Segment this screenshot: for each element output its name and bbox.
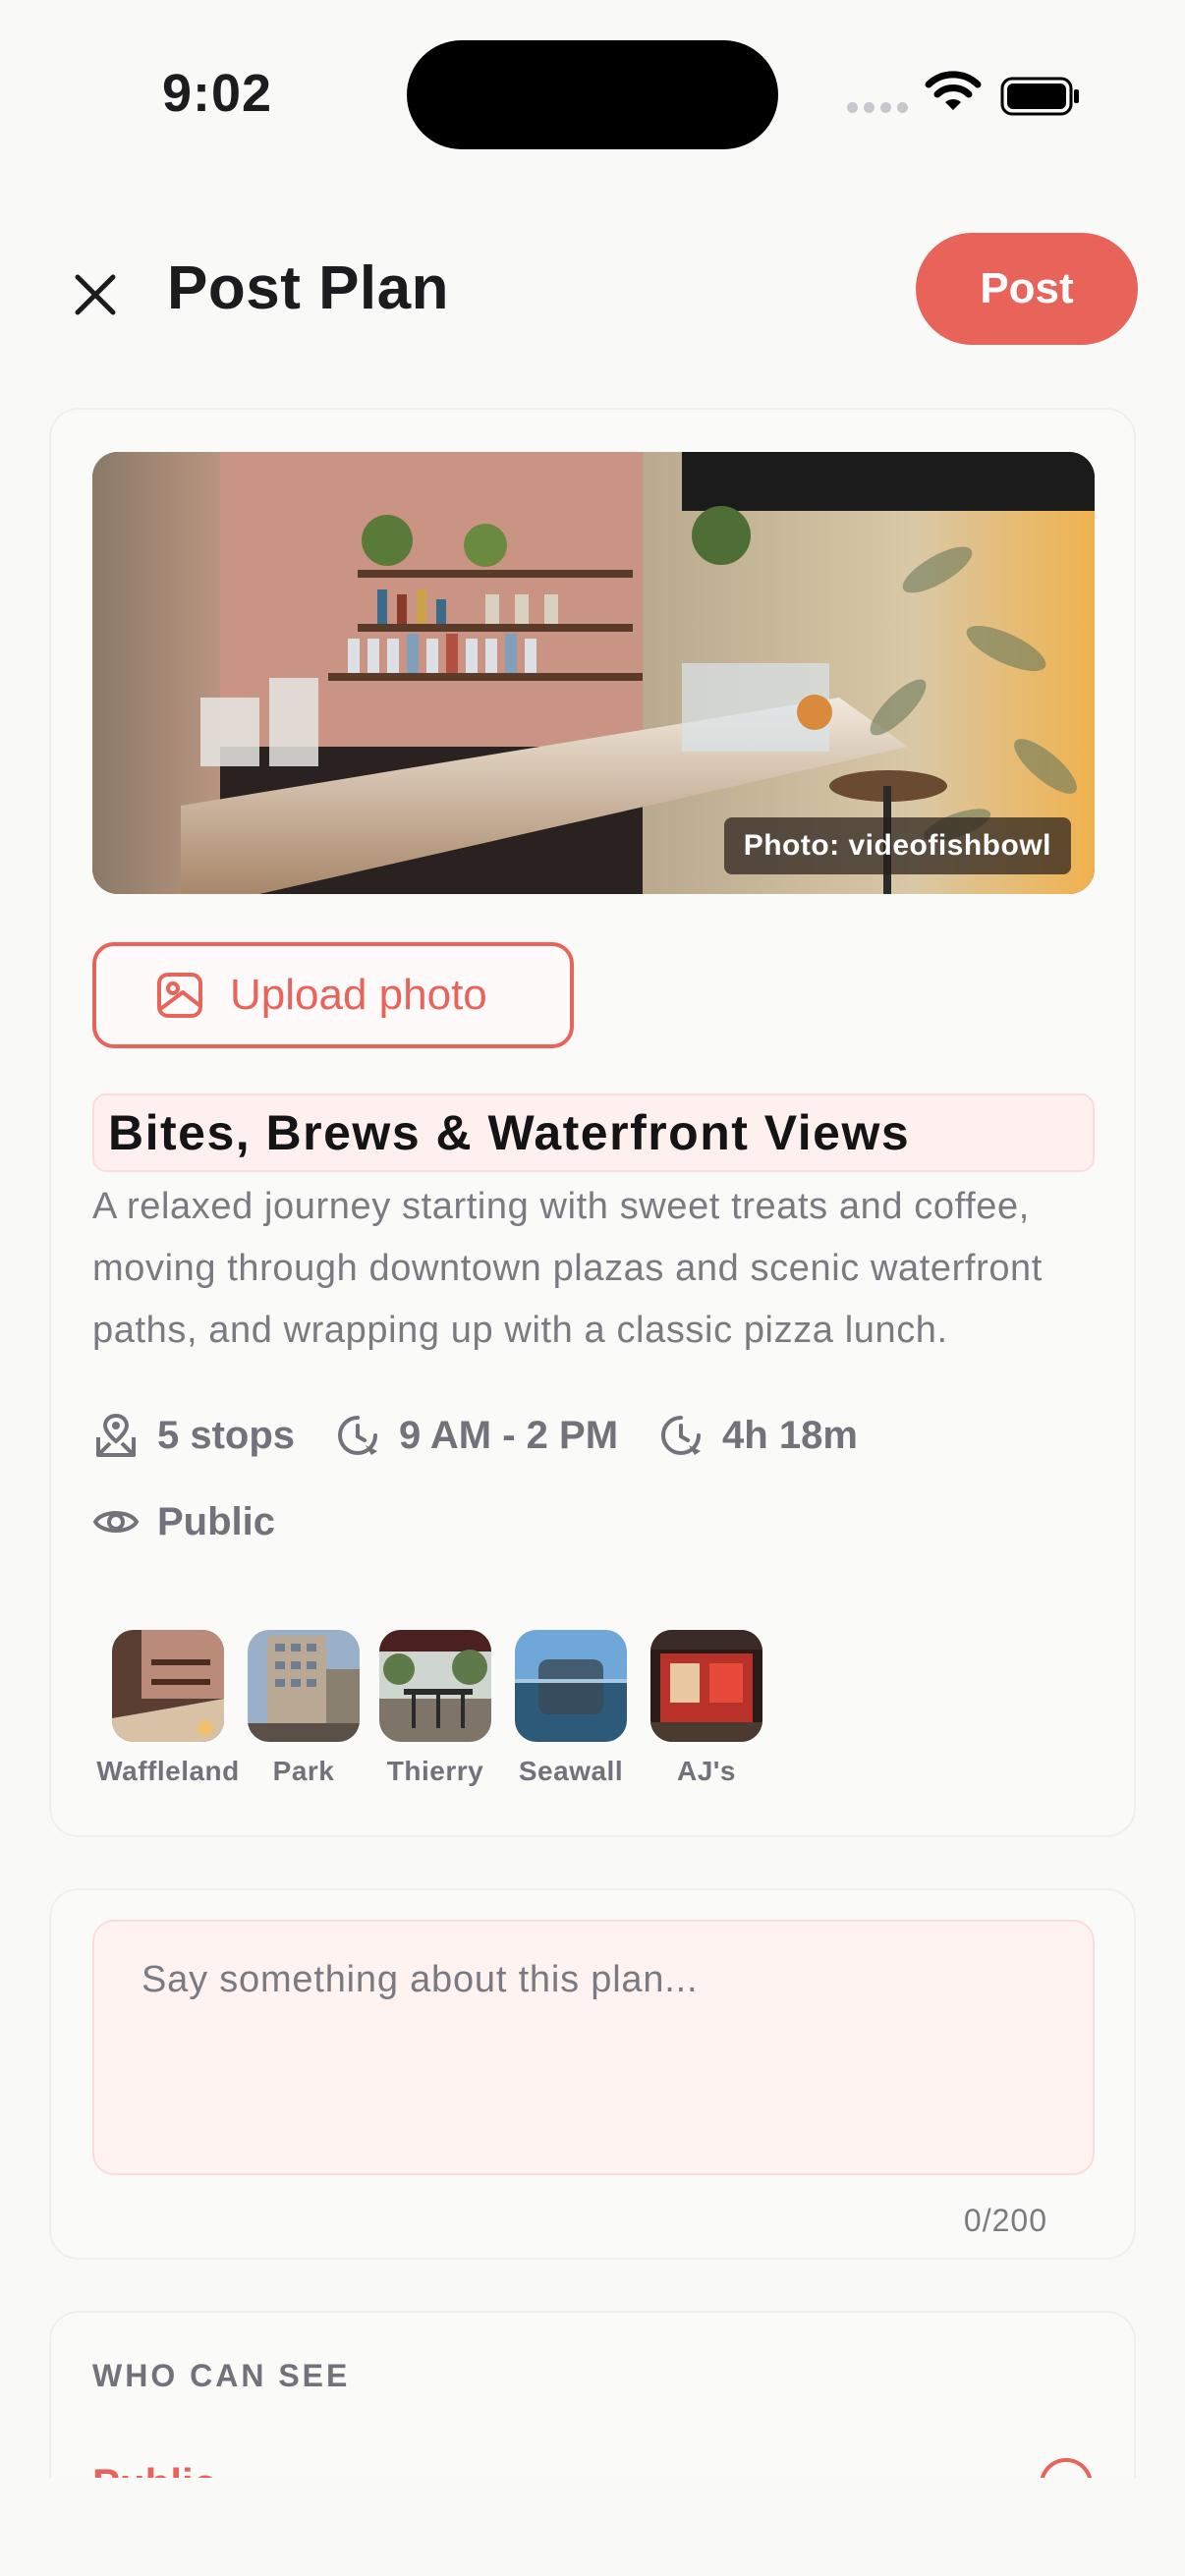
stops-count-label: 5 stops bbox=[157, 1413, 296, 1457]
eye-icon bbox=[92, 1511, 140, 1533]
plan-description[interactable]: A relaxed journey starting with sweet tr… bbox=[92, 1176, 1104, 1362]
plan-visibility: Public bbox=[92, 1498, 275, 1545]
stop-item[interactable]: Waffleland bbox=[92, 1630, 244, 1787]
stop-item[interactable]: Park bbox=[248, 1630, 360, 1787]
comment-input[interactable] bbox=[92, 1920, 1095, 2175]
time-range-label: 9 AM - 2 PM bbox=[399, 1413, 619, 1457]
page-title: Post Plan bbox=[167, 254, 450, 322]
stop-thumbnail bbox=[112, 1630, 224, 1742]
char-count: 0/200 bbox=[963, 2203, 1047, 2238]
plan-card: Photo: videofishbowl Upload photo Bites,… bbox=[49, 408, 1136, 1837]
plan-meta-row: 5 stops 9 AM - 2 PM 4h 18m bbox=[92, 1412, 897, 1459]
time-range: 9 AM - 2 PM bbox=[334, 1412, 618, 1459]
duration: 4h 18m bbox=[657, 1412, 858, 1459]
stop-thumbnail bbox=[515, 1630, 627, 1742]
stop-item[interactable]: Thierry bbox=[379, 1630, 491, 1787]
stop-label: Waffleland bbox=[96, 1756, 240, 1786]
timer-icon bbox=[661, 1416, 702, 1455]
cellular-signal-icon bbox=[847, 102, 908, 113]
wifi-icon bbox=[925, 71, 982, 110]
image-icon bbox=[157, 973, 202, 1018]
stops-list: Waffleland Park Thierry Seawall AJ's bbox=[92, 1630, 819, 1786]
comment-card: 0/200 bbox=[49, 1888, 1136, 2260]
scroll-clip bbox=[0, 2478, 1185, 2576]
stop-item[interactable]: AJ's bbox=[650, 1630, 762, 1787]
stop-thumbnail bbox=[248, 1630, 360, 1742]
close-icon bbox=[75, 274, 116, 315]
upload-photo-button[interactable]: Upload photo bbox=[92, 942, 574, 1048]
close-button[interactable] bbox=[61, 260, 130, 329]
stop-label: Seawall bbox=[518, 1756, 624, 1786]
status-bar: 9:02 bbox=[0, 0, 1185, 177]
plan-title: Bites, Brews & Waterfront Views bbox=[108, 1105, 911, 1160]
status-time: 9:02 bbox=[162, 64, 273, 123]
cover-photo[interactable]: Photo: videofishbowl bbox=[92, 452, 1095, 894]
stop-thumbnail bbox=[379, 1630, 491, 1742]
stops-count: 5 stops bbox=[92, 1412, 295, 1459]
battery-icon bbox=[1000, 77, 1079, 116]
header: Post Plan Post bbox=[0, 221, 1185, 359]
plan-title-field[interactable]: Bites, Brews & Waterfront Views bbox=[92, 1093, 1095, 1172]
upload-photo-label: Upload photo bbox=[230, 971, 487, 1019]
clock-icon bbox=[338, 1416, 378, 1455]
post-button[interactable]: Post bbox=[916, 233, 1138, 345]
stop-label: Park bbox=[272, 1756, 335, 1786]
stop-item[interactable]: Seawall bbox=[515, 1630, 627, 1787]
duration-label: 4h 18m bbox=[722, 1413, 858, 1457]
dynamic-island bbox=[407, 40, 778, 149]
stop-label: AJ's bbox=[676, 1756, 737, 1786]
map-pin-icon bbox=[96, 1413, 136, 1457]
stop-label: Thierry bbox=[386, 1756, 484, 1786]
section-label: WHO CAN SEE bbox=[92, 2358, 351, 2393]
plan-visibility-label: Public bbox=[157, 1499, 276, 1543]
stop-thumbnail bbox=[650, 1630, 762, 1742]
photo-credit: Photo: videofishbowl bbox=[723, 817, 1071, 874]
